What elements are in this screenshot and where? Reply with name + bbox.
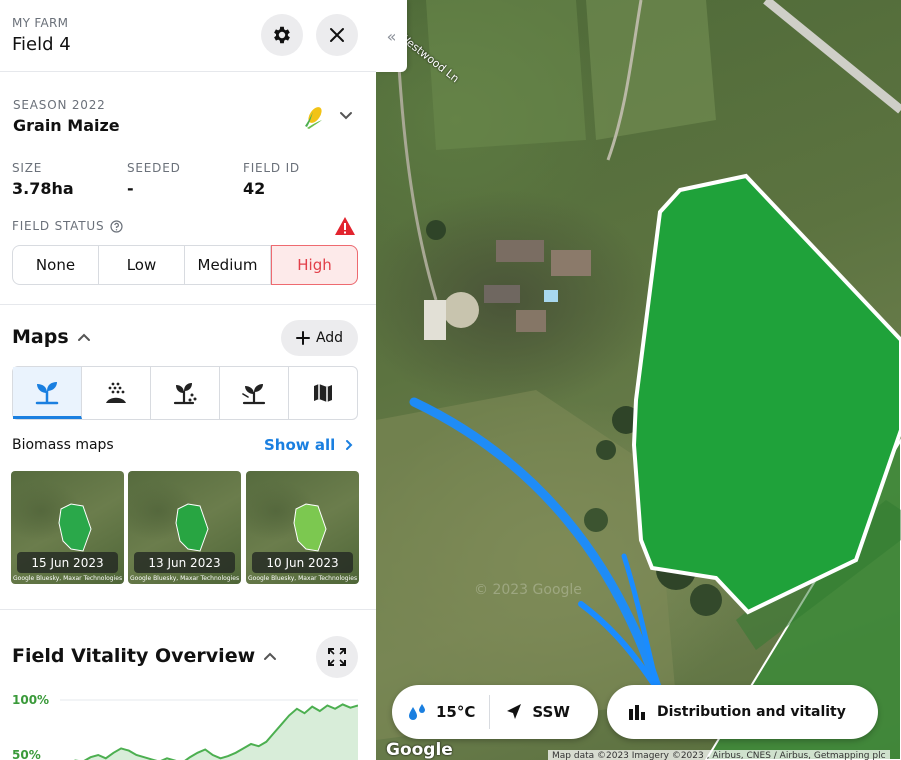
temperature-segment[interactable]: 15°C bbox=[392, 685, 489, 739]
status-option-medium[interactable]: Medium bbox=[185, 246, 271, 284]
status-option-none[interactable]: None bbox=[13, 246, 99, 284]
thumbnail-credit: Google Bluesky, Maxar Technologies bbox=[13, 575, 123, 582]
expand-chart-button[interactable] bbox=[316, 636, 358, 678]
crop-name: Grain Maize bbox=[13, 116, 120, 135]
biomass-thumbnail[interactable]: 13 Jun 2023 Google Bluesky, Maxar Techno… bbox=[128, 471, 241, 584]
y-tick-label: 50% bbox=[12, 748, 41, 760]
help-icon[interactable] bbox=[110, 219, 123, 233]
biomass-thumbnail[interactable]: 10 Jun 2023 Google Bluesky, Maxar Techno… bbox=[246, 471, 359, 584]
plant-care-icon bbox=[242, 384, 266, 405]
thumbnail-credit: Google Bluesky, Maxar Technologies bbox=[130, 575, 240, 582]
map-credits[interactable]: Map data ©2023 Imagery ©2023 , Airbus, C… bbox=[548, 750, 890, 760]
season-selector[interactable]: SEASON 2022 Grain Maize bbox=[0, 72, 376, 142]
chevron-down-icon bbox=[340, 112, 352, 120]
chevron-up-icon bbox=[77, 333, 90, 341]
corn-icon bbox=[305, 107, 322, 129]
add-map-label: Add bbox=[315, 330, 344, 346]
seeding-icon bbox=[106, 382, 126, 403]
thumbnail-date: 15 Jun 2023 bbox=[17, 552, 118, 573]
seeded-value: - bbox=[127, 179, 134, 198]
bar-chart-icon bbox=[629, 705, 645, 720]
tab-seeding[interactable] bbox=[82, 367, 151, 419]
temperature-value: 15°C bbox=[436, 703, 476, 721]
status-option-low[interactable]: Low bbox=[99, 246, 185, 284]
maps-section-toggle[interactable]: Maps bbox=[12, 326, 91, 348]
add-map-button[interactable]: Add bbox=[281, 320, 358, 356]
chevron-up-icon bbox=[264, 652, 277, 660]
vitality-chart bbox=[60, 699, 358, 760]
rain-drops-icon bbox=[409, 704, 425, 720]
distribution-vitality-button[interactable]: Distribution and vitality bbox=[607, 685, 878, 739]
field-status-selector: None Low Medium High bbox=[12, 245, 358, 285]
tab-biomass[interactable] bbox=[13, 367, 82, 419]
satellite-map[interactable]: © 2023 Google Google Map data ©2023 Imag… bbox=[376, 0, 901, 760]
wind-direction-icon bbox=[507, 704, 522, 719]
weather-pill[interactable]: 15°C SSW bbox=[392, 685, 598, 739]
biomass-thumbnail[interactable]: 15 Jun 2023 Google Bluesky, Maxar Techno… bbox=[11, 471, 124, 584]
collapse-sidebar-button[interactable]: « bbox=[376, 0, 407, 72]
thumbnail-credit: Google Bluesky, Maxar Technologies bbox=[248, 575, 358, 582]
season-label: SEASON 2022 bbox=[13, 98, 106, 112]
thumbnail-date: 10 Jun 2023 bbox=[252, 552, 353, 573]
warning-icon bbox=[335, 217, 355, 235]
show-all-label: Show all bbox=[264, 436, 336, 454]
thumbnail-date: 13 Jun 2023 bbox=[134, 552, 235, 573]
field-status-label: FIELD STATUS bbox=[12, 219, 105, 233]
settings-button[interactable] bbox=[261, 14, 303, 56]
vitality-section-toggle[interactable]: Field Vitality Overview bbox=[12, 645, 277, 667]
chevron-right-icon bbox=[346, 440, 353, 450]
show-all-link[interactable]: Show all bbox=[264, 436, 353, 454]
plus-icon bbox=[295, 331, 310, 345]
distribution-vitality-label: Distribution and vitality bbox=[657, 704, 846, 720]
double-chevron-left-icon: « bbox=[386, 26, 397, 46]
y-tick-label: 100% bbox=[12, 693, 50, 707]
size-value: 3.78ha bbox=[12, 179, 74, 198]
section-divider bbox=[0, 304, 376, 305]
field-id-value: 42 bbox=[243, 179, 266, 198]
fertilizer-plant-icon bbox=[173, 383, 197, 405]
wind-direction-value: SSW bbox=[532, 703, 570, 721]
wind-segment[interactable]: SSW bbox=[490, 685, 583, 739]
vitality-title: Field Vitality Overview bbox=[12, 645, 256, 667]
seeded-label: SEEDED bbox=[127, 161, 181, 175]
field-title: Field 4 bbox=[12, 34, 71, 55]
map-watermark: © 2023 Google bbox=[474, 582, 582, 598]
map-terrain bbox=[376, 0, 901, 760]
close-button[interactable] bbox=[316, 14, 358, 56]
field-id-label: FIELD ID bbox=[243, 161, 300, 175]
section-divider bbox=[0, 609, 376, 610]
tab-map[interactable] bbox=[289, 367, 357, 419]
sidebar-header: MY FARM Field 4 bbox=[0, 0, 376, 72]
map-icon bbox=[314, 384, 332, 402]
google-logo: Google bbox=[386, 740, 453, 760]
fullscreen-icon bbox=[328, 648, 346, 666]
status-option-high[interactable]: High bbox=[271, 245, 358, 285]
tab-fertilizer[interactable] bbox=[151, 367, 220, 419]
size-label: SIZE bbox=[12, 161, 43, 175]
field-status-label-row: FIELD STATUS bbox=[12, 219, 123, 233]
field-sidebar: MY FARM Field 4 SEASON 2022 Grain Maize … bbox=[0, 0, 376, 760]
close-icon bbox=[330, 28, 344, 42]
field-boundary[interactable] bbox=[631, 173, 901, 615]
farm-label: MY FARM bbox=[12, 16, 69, 30]
maps-title: Maps bbox=[12, 326, 69, 348]
gear-icon bbox=[274, 26, 290, 44]
map-type-tabs bbox=[12, 366, 358, 420]
tab-plant-care[interactable] bbox=[220, 367, 289, 419]
seedling-icon bbox=[35, 381, 59, 404]
biomass-maps-title: Biomass maps bbox=[12, 437, 114, 453]
